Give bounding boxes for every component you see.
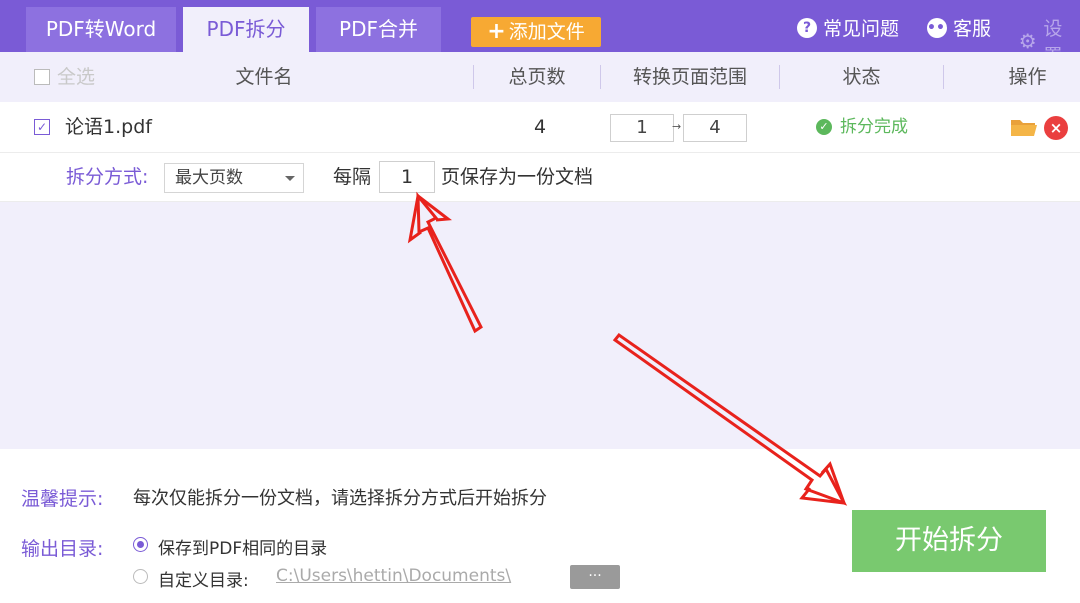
add-file-label: 添加文件: [508, 21, 585, 43]
split-mode-select[interactable]: 最大页数: [164, 163, 304, 193]
total-pages: 4: [533, 116, 547, 138]
faq-label: 常见问题: [823, 18, 900, 40]
folder-open-icon[interactable]: [1010, 117, 1038, 137]
option-custom-directory[interactable]: 自定义目录:: [158, 566, 249, 591]
faq-link[interactable]: ? 常见问题: [797, 14, 899, 41]
add-file-button[interactable]: + 添加文件: [471, 17, 601, 47]
column-header-filename: 文件名: [235, 66, 293, 88]
row-checkbox[interactable]: ✓: [34, 119, 50, 135]
file-name: 论语1.pdf: [65, 116, 152, 138]
status-badge: ✓ 拆分完成: [816, 102, 908, 152]
column-header-range: 转换页面范围: [632, 66, 747, 88]
question-circle-icon: ?: [797, 17, 817, 38]
output-dir-label: 输出目录:: [21, 538, 104, 560]
plus-icon: +: [487, 19, 506, 44]
split-mode-value: 最大页数: [175, 168, 243, 188]
table-header: 全选 文件名 总页数 转换页面范围 状态 操作: [0, 52, 1080, 102]
table-row: ✓ 论语1.pdf 4 1 → 4 ✓ 拆分完成: [0, 102, 1080, 153]
radio-custom-directory[interactable]: [133, 569, 148, 584]
every-suffix: 页保存为一份文档: [441, 166, 594, 188]
range-from-input[interactable]: 1: [610, 114, 674, 142]
select-all-label[interactable]: 全选: [57, 52, 97, 102]
split-options: 拆分方式: 最大页数 每隔 1 页保存为一份文档: [0, 153, 1080, 202]
start-split-button[interactable]: 开始拆分: [852, 510, 1046, 572]
range-to-input[interactable]: 4: [683, 114, 747, 142]
tip-label: 温馨提示:: [21, 488, 104, 510]
option-same-directory[interactable]: 保存到PDF相同的目录: [158, 534, 327, 559]
customer-service-link[interactable]: ••• 客服: [927, 14, 991, 41]
column-divider: [943, 65, 944, 89]
check-circle-icon: ✓: [816, 119, 832, 135]
tip-text: 每次仅能拆分一份文档，请选择拆分方式后开始拆分: [133, 488, 547, 509]
range-arrow: →: [672, 120, 682, 133]
chat-bubble-icon: •••: [927, 17, 954, 38]
top-bar: PDF转Word PDF拆分 PDF合并 + 添加文件 ? 常见问题 ••• 客服…: [0, 0, 1080, 67]
split-mode-label: 拆分方式:: [66, 166, 149, 188]
status-label: 拆分完成: [840, 117, 908, 137]
close-circle-icon[interactable]: ×: [1044, 116, 1068, 140]
chevron-down-icon: [285, 176, 295, 181]
customer-service-label: 客服: [953, 18, 992, 40]
every-label: 每隔: [333, 166, 372, 188]
tab-pdf-to-word[interactable]: PDF转Word: [26, 7, 176, 52]
gear-icon: ⚙: [1018, 29, 1037, 53]
file-list-empty-area: [0, 202, 1080, 449]
column-header-total-pages: 总页数: [508, 66, 566, 88]
browse-button[interactable]: ···: [570, 565, 620, 589]
column-header-status: 状态: [842, 66, 881, 88]
select-all-checkbox[interactable]: [34, 69, 50, 85]
tab-pdf-merge[interactable]: PDF合并: [316, 7, 441, 52]
column-header-actions: 操作: [1008, 66, 1047, 88]
tab-pdf-split[interactable]: PDF拆分: [183, 7, 309, 52]
pages-per-file-input[interactable]: 1: [379, 161, 435, 193]
radio-same-directory[interactable]: [133, 537, 148, 552]
custom-path-link[interactable]: C:\Users\hettin\Documents\: [276, 566, 511, 586]
